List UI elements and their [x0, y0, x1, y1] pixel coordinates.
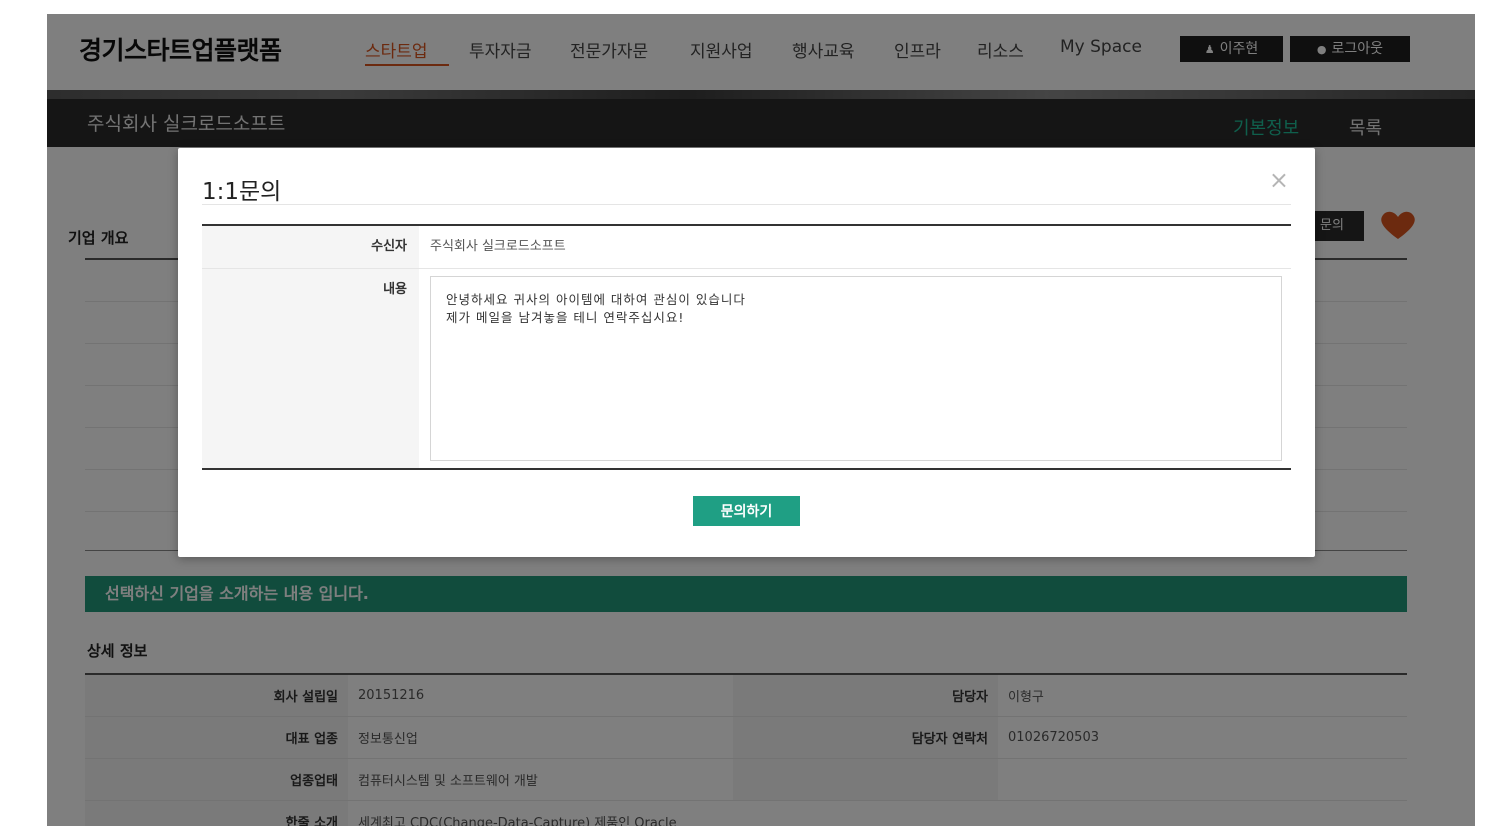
- content-row: 내용: [202, 269, 1291, 468]
- inquiry-modal: 1:1문의 × 수신자 주식회사 실크로드소프트 내용 문의하기: [178, 148, 1315, 557]
- recipient-value: 주식회사 실크로드소프트: [430, 239, 566, 254]
- submit-inquiry-button[interactable]: 문의하기: [693, 496, 800, 526]
- modal-title: 1:1문의: [202, 179, 282, 205]
- recipient-row: 수신자 주식회사 실크로드소프트: [202, 226, 1291, 269]
- content-label: 내용: [202, 269, 419, 468]
- page-frame: 경기스타트업플랫폼 스타트업 투자자금 전문가자문 지원사업 행사교육 인프라 …: [47, 14, 1475, 826]
- modal-header-divider: [202, 204, 1291, 205]
- content-textarea[interactable]: [430, 276, 1282, 461]
- recipient-label: 수신자: [202, 226, 419, 268]
- inquiry-form: 수신자 주식회사 실크로드소프트 내용: [202, 224, 1291, 470]
- close-icon[interactable]: ×: [1269, 168, 1289, 192]
